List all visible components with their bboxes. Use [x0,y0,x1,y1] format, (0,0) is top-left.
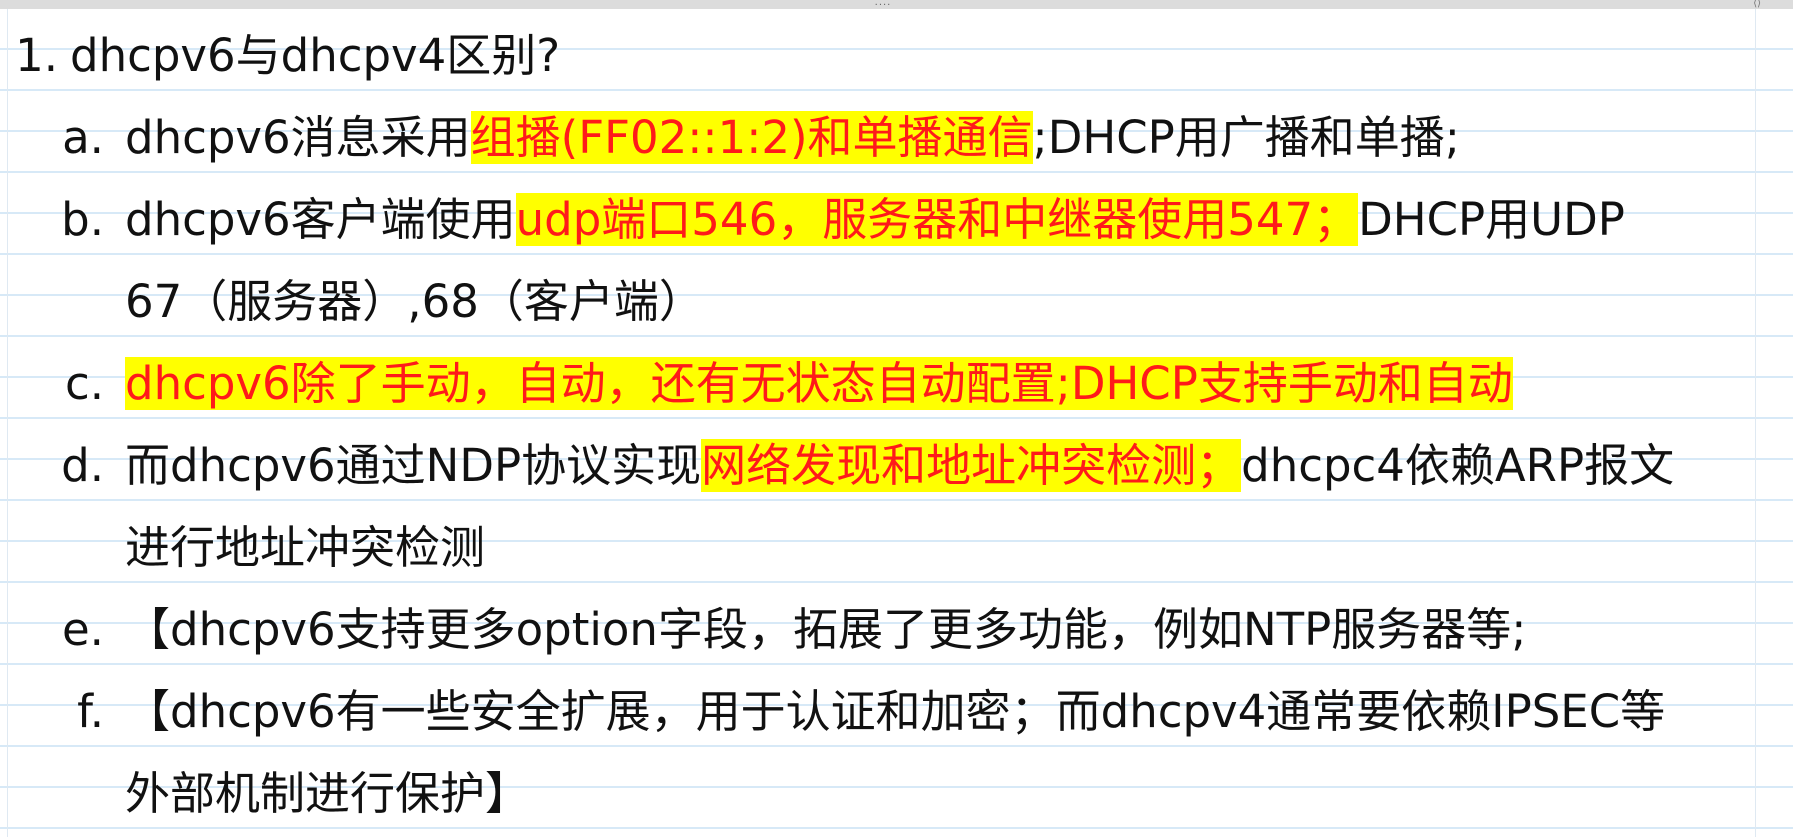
item-marker-d: d. [61,439,104,492]
drag-handle-icon[interactable]: .... [870,0,896,8]
list-item-f: f. 【dhcpv6有一些安全扩展，用于认证和加密；而dhcpv4通常要依赖IP… [0,671,1793,753]
item-text-e: 【dhcpv6支持更多option字段，拓展了更多功能，例如NTP服务器等; [125,603,1527,656]
item-a-after: ;DHCP用广播和单播; [1032,111,1460,164]
list-item-heading: 1. dhcpv6与dhcpv4区别? [0,15,1793,97]
item-d-highlight: 网络发现和地址冲突检测； [701,439,1242,492]
item-b-after: DHCP用UDP [1358,193,1625,246]
item-marker-f: f. [77,685,104,738]
item-d-before: 而dhcpv6通过NDP协议实现 [125,439,702,492]
list-item-c: c. dhcpv6除了手动，自动，还有无状态自动配置;DHCP支持手动和自动 [0,343,1793,425]
list-item-f-continued: 外部机制进行保护】 [0,753,1793,835]
list-item-d: d. 而dhcpv6通过NDP协议实现网络发现和地址冲突检测；dhcpc4依赖A… [0,425,1793,507]
item-f-line2: 外部机制进行保护】 [125,767,531,820]
list-item-b-continued: 67（服务器）,68（客户端） [0,261,1793,343]
item-a-highlight: 组播(FF02::1:2)和单播通信 [470,111,1033,164]
item-b-highlight: udp端口546，服务器和中继器使用547； [515,193,1359,246]
heading-title: dhcpv6与dhcpv4区别? [70,29,561,82]
item-b-line2: 67（服务器）,68（客户端） [125,275,704,328]
item-text-d: 而dhcpv6通过NDP协议实现网络发现和地址冲突检测；dhcpc4依赖ARP报… [125,425,1674,507]
item-marker-b: b. [61,193,104,246]
item-text-a: dhcpv6消息采用组播(FF02::1:2)和单播通信;DHCP用广播和单播; [125,97,1460,179]
item-text-f: 【dhcpv6有一些安全扩展，用于认证和加密；而dhcpv4通常要依赖IPSEC… [125,685,1666,738]
item-c-highlight: dhcpv6除了手动，自动，还有无状态自动配置;DHCP支持手动和自动 [125,357,1513,410]
list-item-a: a. dhcpv6消息采用组播(FF02::1:2)和单播通信;DHCP用广播和… [0,97,1793,179]
item-marker-a: a. [62,111,104,164]
item-d-after: dhcpc4依赖ARP报文 [1241,439,1675,492]
item-d-line2: 进行地址冲突检测 [125,521,486,574]
top-toolbar-strip: .... ⟨⟩ [0,0,1793,9]
list-item-d-continued: 进行地址冲突检测 [0,507,1793,589]
list-item-e: e. 【dhcpv6支持更多option字段，拓展了更多功能，例如NTP服务器等… [0,589,1793,671]
item-b-before: dhcpv6客户端使用 [125,193,516,246]
list-item-b: b. dhcpv6客户端使用udp端口546，服务器和中继器使用547；DHCP… [0,179,1793,261]
heading-number: 1. [15,29,58,82]
item-a-before: dhcpv6消息采用 [125,111,471,164]
note-page: 1. dhcpv6与dhcpv4区别? a. dhcpv6消息采用组播(FF02… [0,9,1793,837]
item-text-b: dhcpv6客户端使用udp端口546，服务器和中继器使用547；DHCP用UD… [125,179,1625,261]
expand-corner-icon[interactable]: ⟨⟩ [1753,0,1761,9]
item-marker-e: e. [62,603,104,656]
item-text-c: dhcpv6除了手动，自动，还有无状态自动配置;DHCP支持手动和自动 [125,343,1513,425]
item-marker-c: c. [64,357,104,410]
